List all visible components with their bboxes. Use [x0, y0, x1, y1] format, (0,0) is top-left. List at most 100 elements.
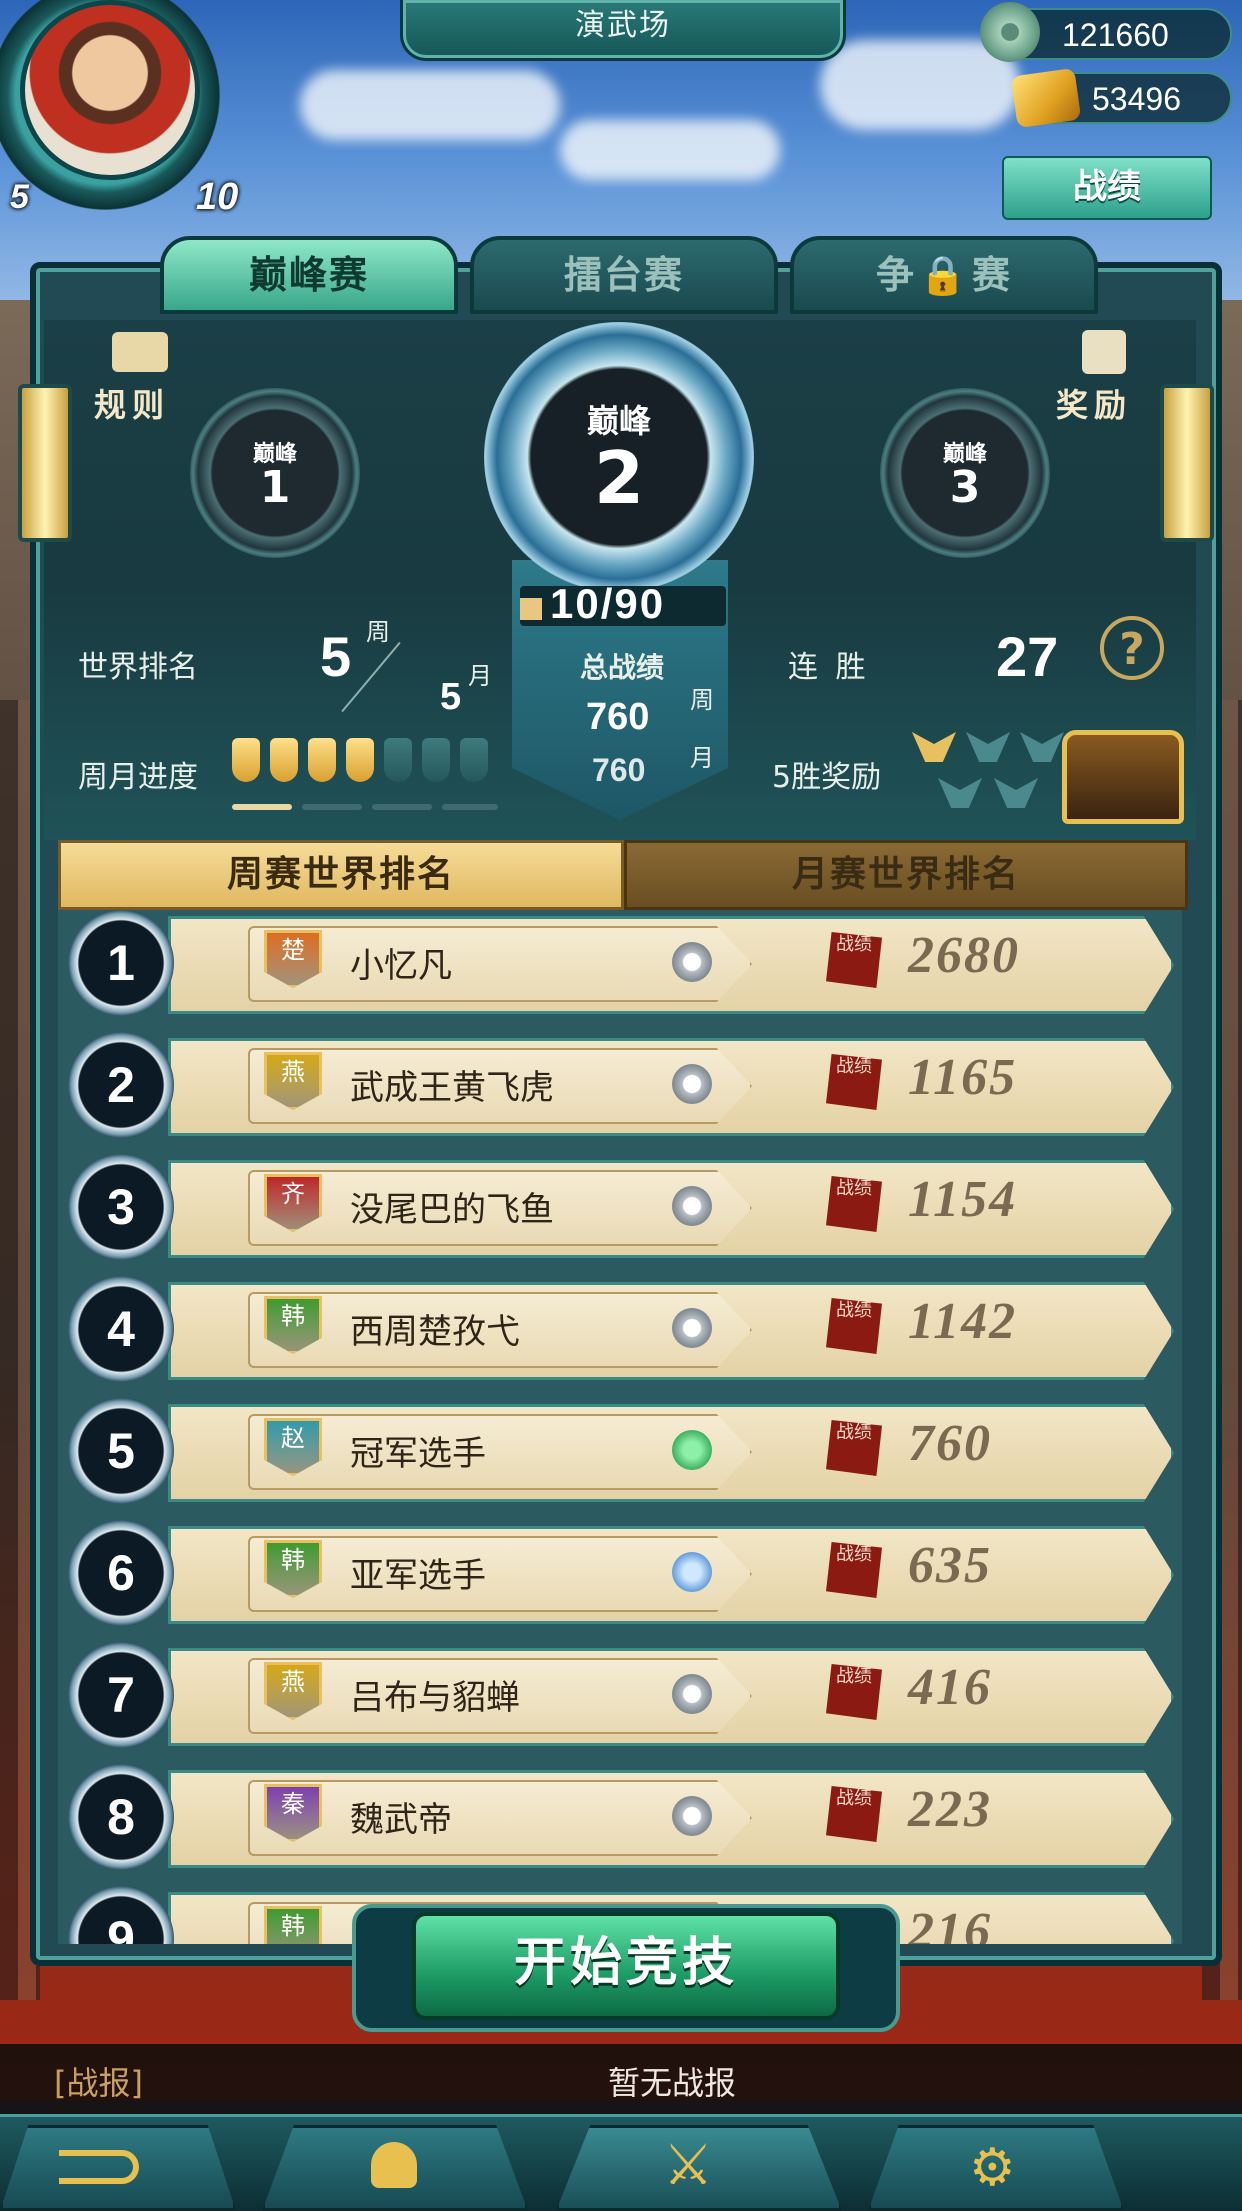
gold-ingot-value: 53496 [1092, 81, 1181, 117]
battle-report-text: 暂无战报 [608, 2064, 737, 2102]
player-name[interactable]: 没尾巴的飞鱼 [350, 1182, 554, 1231]
table-row[interactable]: 5 赵冠军选手 战绩 760 [58, 1390, 1182, 1512]
record-stamp-icon: 战绩 [826, 1420, 882, 1476]
rank-number: 9 [68, 1886, 174, 1944]
record-stamp-icon: 战绩 [826, 1542, 882, 1598]
record-stamp-icon: 战绩 [826, 1786, 882, 1842]
start-competition-button[interactable]: 开始竞技 [412, 1912, 840, 2020]
record-stamp-icon: 战绩 [826, 1298, 882, 1354]
copper-coin-icon [980, 2, 1040, 62]
lantern-right [1160, 384, 1214, 542]
clock-icon [672, 1186, 712, 1226]
table-row[interactable]: 6 韩亚军选手 战绩 635 [58, 1512, 1182, 1634]
ranking-list[interactable]: 1 楚小忆凡 战绩 2680 2 燕武成王黄飞虎 战绩 1165 3 齐没尾巴的飞鱼 战绩 1154 4… [58, 910, 1182, 1944]
rewards-button[interactable]: 奖励 [1056, 380, 1132, 426]
progress-icon-empty [460, 738, 488, 782]
rank-number: 1 [68, 910, 174, 1016]
page-dot [442, 804, 498, 810]
page-dot [372, 804, 432, 810]
rank-number: 2 [68, 1032, 174, 1138]
record-stamp-icon: 战绩 [826, 932, 882, 988]
page-dot [302, 804, 362, 810]
tab-arena-match[interactable]: 擂台赛 [470, 236, 778, 314]
player-score: 416 [908, 1659, 992, 1716]
tab-locked-match[interactable]: 争🔒赛 [790, 236, 1098, 314]
progress-label: 周月进度 [78, 760, 198, 795]
progress-icons [232, 738, 502, 788]
lightning-icon [672, 1430, 712, 1470]
rank-number: 5 [68, 1398, 174, 1504]
rank-number: 3 [68, 1154, 174, 1260]
tab-monthly-ranking[interactable]: 月赛世界排名 [624, 840, 1188, 910]
faction-flag-icon: 韩 [264, 1906, 322, 1944]
record-stamp-icon: 战绩 [826, 1054, 882, 1110]
player-name[interactable]: 吕布与貂蝉 [350, 1670, 520, 1719]
player-name[interactable]: 小忆凡 [350, 938, 452, 987]
help-icon[interactable]: ? [1100, 616, 1164, 680]
battle-report-tag[interactable]: [战报] [54, 2058, 143, 2104]
player-name[interactable]: 西周楚孜弋 [350, 1304, 520, 1353]
treasure-chest-icon[interactable] [1062, 730, 1184, 824]
progress-value: 10/90 [550, 580, 666, 627]
player-level: 10 [196, 176, 239, 218]
bottom-nav: ⚔ ⚙ [0, 2114, 1242, 2211]
player-score: 223 [908, 1781, 992, 1838]
win-streak-label: 连 胜 [788, 650, 870, 685]
table-row[interactable]: 7 燕吕布与貂蝉 战绩 416 [58, 1634, 1182, 1756]
gear-icon: ⚙ [969, 2138, 1016, 2198]
arena-button[interactable]: ⚔ [556, 2125, 842, 2211]
world-rank-week-tag: 周 [366, 618, 390, 646]
page-dot-active [232, 804, 292, 810]
avatar[interactable] [20, 0, 200, 180]
clock-icon [672, 1308, 712, 1348]
table-row[interactable]: 1 楚小忆凡 战绩 2680 [58, 910, 1182, 1024]
friends-button[interactable] [262, 2125, 528, 2211]
world-rank-week: 5 [320, 625, 352, 688]
progress-icon-filled [346, 738, 374, 782]
player-score: 216 [908, 1903, 992, 1944]
month-tag: 月 [690, 744, 714, 772]
clock-icon [672, 1796, 712, 1836]
rank-number: 4 [68, 1276, 174, 1382]
player-name[interactable]: 亚军选手 [350, 1548, 486, 1597]
medal-tier-1-value: 1 [259, 462, 291, 513]
table-row[interactable]: 2 燕武成王黄飞虎 战绩 1165 [58, 1024, 1182, 1146]
win-streak-value: 27 [996, 625, 1059, 688]
progress-marker-icon [520, 598, 542, 620]
rules-button[interactable]: 规则 [94, 380, 170, 426]
progress-icon-filled [308, 738, 336, 782]
clock-icon [672, 1674, 712, 1714]
record-stamp-icon: 战绩 [826, 1176, 882, 1232]
player-name[interactable]: 冠军选手 [350, 1426, 486, 1475]
tab-peak-match[interactable]: 巅峰赛 [160, 236, 458, 314]
player-score: 635 [908, 1537, 992, 1594]
back-button[interactable] [0, 2125, 236, 2211]
battle-report-bar: [战报] 暂无战报 [0, 2044, 1242, 2114]
lock-icon: 🔒 [919, 253, 969, 297]
progress-icon-empty [384, 738, 412, 782]
ranking-tabs: 周赛世界排名 月赛世界排名 [58, 840, 1188, 910]
back-icon [59, 2150, 139, 2184]
player-score: 1142 [908, 1293, 1018, 1350]
player-score: 2680 [908, 927, 1020, 984]
player-score: 1154 [908, 1171, 1018, 1228]
player-name[interactable]: 魏武帝 [350, 1792, 452, 1841]
settings-button[interactable]: ⚙ [868, 2125, 1124, 2211]
progress-icon-filled [270, 738, 298, 782]
clock-icon [672, 942, 712, 982]
friends-icon [371, 2142, 417, 2188]
week-tag: 周 [690, 686, 714, 714]
gold-ingot-icon [1010, 67, 1082, 129]
table-row[interactable]: 3 齐没尾巴的飞鱼 战绩 1154 [58, 1146, 1182, 1268]
cloud [560, 120, 780, 180]
total-record-week: 760 [586, 696, 650, 738]
tab-weekly-ranking[interactable]: 周赛世界排名 [58, 840, 624, 910]
table-row[interactable]: 4 韩西周楚孜弋 战绩 1142 [58, 1268, 1182, 1390]
table-row[interactable]: 8 秦魏武帝 战绩 223 [58, 1756, 1182, 1878]
battle-record-button[interactable]: 战绩 [1002, 156, 1212, 220]
player-score: 1165 [908, 1049, 1018, 1106]
world-rank-month: 5 [440, 676, 462, 718]
record-stamp-icon: 战绩 [826, 1664, 882, 1720]
player-name[interactable]: 武成王黄飞虎 [350, 1060, 554, 1109]
page-title: 演武场 [400, 0, 846, 61]
